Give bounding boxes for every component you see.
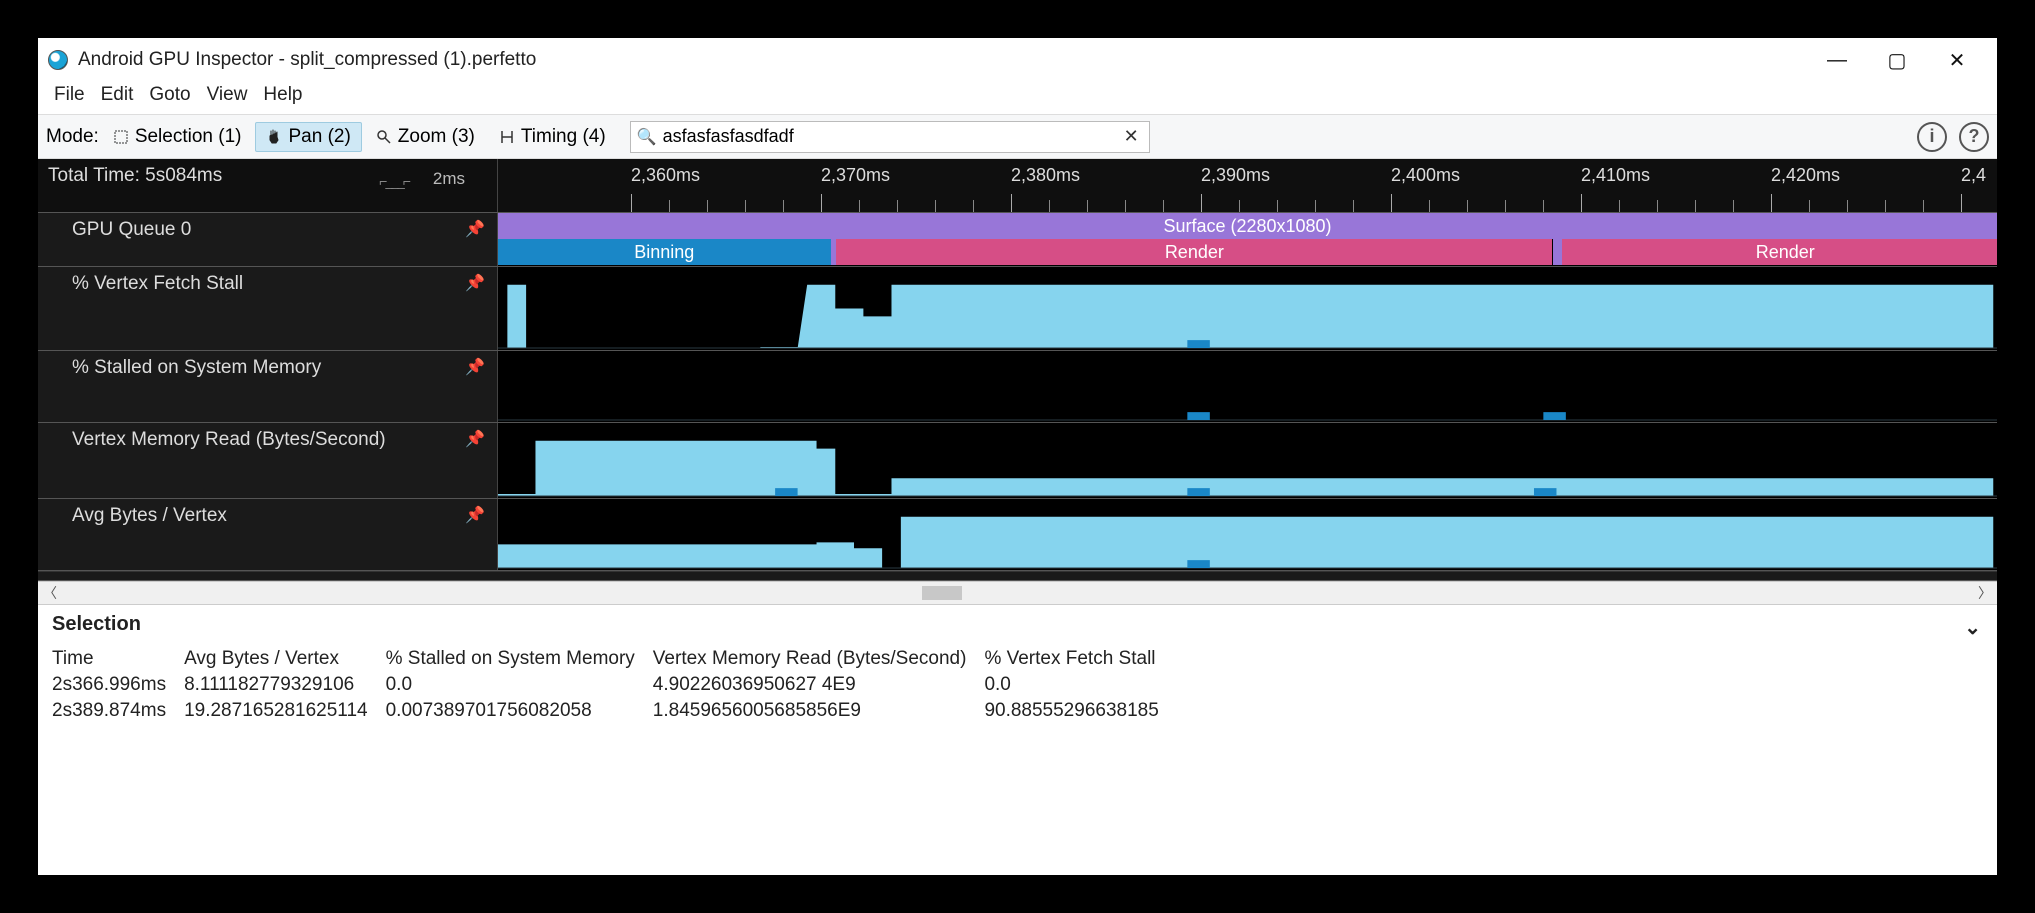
ruler-tick-label: 2,420ms xyxy=(1771,165,1840,186)
mode-timing[interactable]: Timing (4) xyxy=(489,123,616,151)
ruler-tick-label: 2,400ms xyxy=(1391,165,1460,186)
gpu-surface-bar[interactable]: Surface (2280x1080) xyxy=(498,213,1997,239)
hscroll-right-arrow[interactable]: 〉 xyxy=(1973,583,1997,603)
pin-icon[interactable]: 📌 xyxy=(465,429,485,449)
gpu-sub-binning[interactable]: Binning xyxy=(498,239,831,265)
selection-icon xyxy=(113,129,129,145)
table-row[interactable]: 2s389.874ms19.2871652816251140.007389701… xyxy=(52,698,1177,724)
pin-icon[interactable]: 📌 xyxy=(465,219,485,239)
ruler-tick-label: 2,370ms xyxy=(821,165,890,186)
selection-table: TimeAvg Bytes / Vertex% Stalled on Syste… xyxy=(52,646,1177,724)
mode-label: Mode: xyxy=(46,126,99,148)
gpu-sub-render[interactable]: Render xyxy=(836,239,1552,265)
ruler-label: Total Time: 5s084ms ⌐___⌐ 2ms xyxy=(38,159,498,212)
gpu-queue-content[interactable]: Surface (2280x1080) BinningRenderRender xyxy=(498,213,1997,266)
search-input[interactable] xyxy=(663,126,1120,147)
time-ruler[interactable]: 2,360ms 2,370ms 2,380ms 2,390ms 2,400ms 2,410… xyxy=(498,159,1997,212)
track-row: % Stalled on System Memory📌 xyxy=(38,351,1997,423)
search-icon: 🔍 xyxy=(637,127,657,147)
maximize-button[interactable]: ▢ xyxy=(1867,48,1927,73)
track-content[interactable] xyxy=(498,351,1997,422)
gpu-sub-render[interactable]: Render xyxy=(1562,239,1997,265)
info-button[interactable]: i xyxy=(1917,122,1947,152)
selection-column-header[interactable]: % Stalled on System Memory xyxy=(386,646,653,672)
minimize-button[interactable]: — xyxy=(1807,49,1867,72)
track-label[interactable]: Avg Bytes / Vertex📌 xyxy=(38,499,498,570)
timeline-bottom-strip xyxy=(38,571,1997,581)
search-clear-button[interactable]: ✕ xyxy=(1120,126,1143,147)
selection-collapse-button[interactable]: ⌄ xyxy=(1964,615,1981,640)
track-content[interactable] xyxy=(498,499,1997,570)
mode-selection[interactable]: Selection (1) xyxy=(103,123,252,151)
titlebar: Android GPU Inspector - split_compressed… xyxy=(38,38,1997,78)
app-window: Android GPU Inspector - split_compressed… xyxy=(38,38,1997,875)
mode-pan[interactable]: Pan (2) xyxy=(255,122,361,152)
zoom-scale: 2ms xyxy=(433,169,465,189)
menu-goto[interactable]: Goto xyxy=(143,82,196,108)
track-content[interactable] xyxy=(498,423,1997,498)
hscrollbar[interactable]: 〈 〉 xyxy=(38,581,1997,605)
window-title: Android GPU Inspector - split_compressed… xyxy=(78,49,536,71)
app-icon xyxy=(48,50,68,70)
timeline: Total Time: 5s084ms ⌐___⌐ 2ms 2,360ms2,3… xyxy=(38,159,1997,581)
ruler-tick-label: 2,380ms xyxy=(1011,165,1080,186)
track-label[interactable]: % Vertex Fetch Stall📌 xyxy=(38,267,498,350)
menu-file[interactable]: File xyxy=(48,82,91,108)
close-button[interactable]: ✕ xyxy=(1927,48,1987,73)
toolbar: Mode: Selection (1) Pan (2) Zoom (3) xyxy=(38,115,1997,159)
selection-title: Selection xyxy=(52,613,1983,636)
ruler-tick-label: 2,410ms xyxy=(1581,165,1650,186)
search-box[interactable]: 🔍 ✕ xyxy=(630,121,1150,153)
pin-icon[interactable]: 📌 xyxy=(465,357,485,377)
ruler-row: Total Time: 5s084ms ⌐___⌐ 2ms 2,360ms2,3… xyxy=(38,159,1997,213)
hscroll-left-arrow[interactable]: 〈 xyxy=(38,583,62,603)
ruler-tick-label: 2,390ms xyxy=(1201,165,1270,186)
pan-icon xyxy=(266,129,282,145)
ruler-tick-label: 2,4 xyxy=(1961,165,1986,186)
track-row: Avg Bytes / Vertex📌 xyxy=(38,499,1997,571)
menu-view[interactable]: View xyxy=(201,82,254,108)
selection-column-header[interactable]: Avg Bytes / Vertex xyxy=(184,646,386,672)
selection-column-header[interactable]: Time xyxy=(52,646,184,672)
timing-icon xyxy=(499,129,515,145)
table-row[interactable]: 2s366.996ms8.1111827793291060.04.9022603… xyxy=(52,672,1177,698)
track-content[interactable] xyxy=(498,267,1997,350)
ruler-tick-label: 2,360ms xyxy=(631,165,700,186)
track-label-gpu-queue[interactable]: GPU Queue 0 📌 xyxy=(38,213,498,266)
track-label[interactable]: % Stalled on System Memory📌 xyxy=(38,351,498,422)
pin-icon[interactable]: 📌 xyxy=(465,273,485,293)
track-label[interactable]: Vertex Memory Read (Bytes/Second)📌 xyxy=(38,423,498,498)
menu-edit[interactable]: Edit xyxy=(95,82,140,108)
menu-help[interactable]: Help xyxy=(257,82,308,108)
track-row: % Vertex Fetch Stall📌 xyxy=(38,267,1997,351)
pin-icon[interactable]: 📌 xyxy=(465,505,485,525)
selection-panel: ⌄ Selection TimeAvg Bytes / Vertex% Stal… xyxy=(38,605,1997,875)
menubar: File Edit Goto View Help xyxy=(38,78,1997,115)
selection-column-header[interactable]: Vertex Memory Read (Bytes/Second) xyxy=(653,646,985,672)
help-button[interactable]: ? xyxy=(1959,122,1989,152)
mode-zoom[interactable]: Zoom (3) xyxy=(366,123,485,151)
hscroll-track[interactable] xyxy=(62,584,1973,602)
hscroll-thumb[interactable] xyxy=(922,586,962,600)
track-gpu-queue: GPU Queue 0 📌 Surface (2280x1080) Binnin… xyxy=(38,213,1997,267)
scale-bracket-icon: ⌐___⌐ xyxy=(379,173,409,189)
selection-column-header[interactable]: % Vertex Fetch Stall xyxy=(984,646,1176,672)
total-time: Total Time: 5s084ms xyxy=(48,165,222,187)
track-row: Vertex Memory Read (Bytes/Second)📌 xyxy=(38,423,1997,499)
zoom-icon xyxy=(376,129,392,145)
